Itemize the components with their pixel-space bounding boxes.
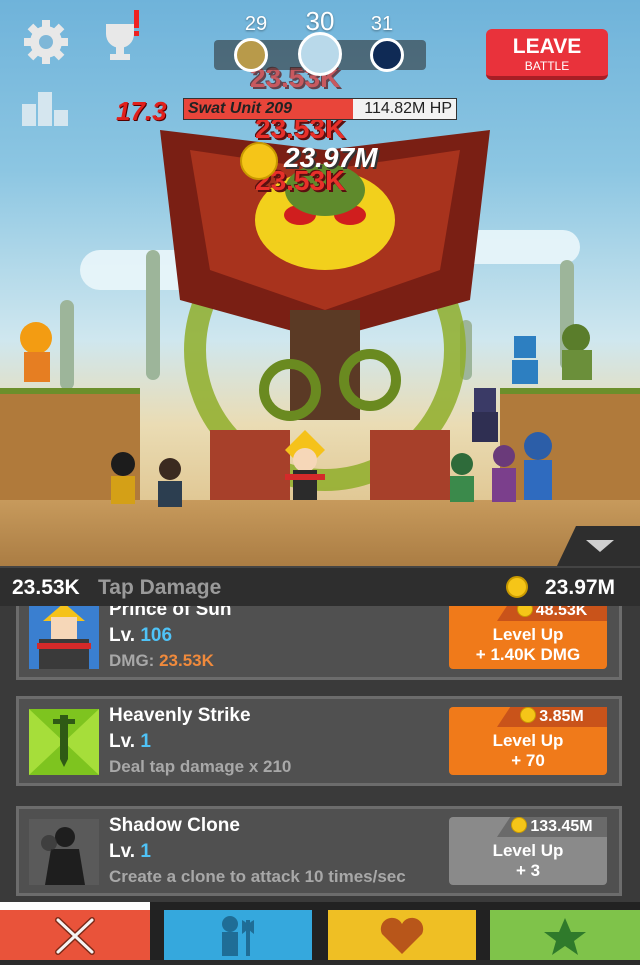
upgrade-name: Heavenly Strike [109, 705, 251, 726]
gold-coin-icon [240, 142, 278, 180]
upgrade-name: Shadow Clone [109, 815, 240, 836]
cost-tag: 133.45M [497, 817, 607, 837]
battle-label: BATTLE [524, 59, 570, 73]
level-up-label: Level Up [492, 841, 564, 860]
ally-dwarf [562, 324, 592, 380]
ally-ninja [158, 458, 182, 507]
hero-portrait-icon [29, 606, 99, 669]
cost-tag: 3.85M [497, 707, 607, 727]
level-value: 1 [140, 731, 151, 752]
upgrade-list[interactable]: Prince of Sun Lv. 106 DMG: 23.53K 48.53K… [0, 606, 640, 902]
dmg-label: DMG: [109, 651, 155, 670]
star-icon [544, 918, 586, 955]
boss-hp-bar: Swat Unit 209 114.82M HP [183, 98, 457, 120]
tap-damage-label: Tap Damage [98, 576, 222, 599]
dmg-value: 23.53K [159, 651, 214, 670]
bottom-tab-bar [0, 902, 640, 960]
level-up-bonus: + 3 [515, 861, 541, 880]
upgrade-level: Lv. 1 [109, 731, 151, 753]
upgrade-name: Prince of Sun [109, 606, 232, 620]
level-up-label: Level Up [492, 731, 564, 750]
tab-heroes[interactable] [164, 910, 312, 960]
ally-fire-hero [20, 322, 52, 382]
level-label: Lv. [109, 841, 136, 862]
cost-tag: 48.53K [497, 606, 607, 621]
ally-mage [524, 432, 552, 500]
sword-icon [55, 917, 95, 955]
upgrade-level: Lv. 106 [109, 625, 172, 647]
current-stage-icon [298, 32, 342, 76]
tab-sword[interactable] [0, 910, 150, 960]
boss-name: Swat Unit 209 [188, 100, 293, 117]
upgrade-desc: Create a clone to attack 10 times/sec [109, 867, 406, 886]
prev-stage-number: 29 [244, 13, 268, 35]
level-value: 1 [140, 841, 151, 862]
player-hero [285, 430, 325, 500]
level-up-button-disabled[interactable]: 133.45M Level Up + 3 [449, 817, 607, 885]
level-up-button[interactable]: 48.53K Level Up + 1.40K DMG [449, 606, 607, 669]
cost-value: 133.45M [530, 818, 593, 835]
list-item-heavenly-strike: Heavenly Strike Lv. 1 Deal tap damage x … [16, 696, 622, 786]
upgrade-desc: DMG: 23.53K [109, 651, 214, 671]
tab-artifacts[interactable] [328, 910, 476, 960]
moon-stage-icon [370, 38, 404, 72]
ally-archer [450, 453, 474, 502]
boss-hp-text: 114.82M HP [364, 100, 452, 117]
gold-coin-icon [520, 707, 537, 723]
hero-axe-icon [222, 916, 254, 956]
gold-drop-amount: 23.97M [284, 142, 378, 173]
heart-icon [380, 917, 424, 954]
cost-value: 3.85M [539, 708, 584, 725]
ally-knight [512, 336, 538, 384]
level-label: Lv. [109, 625, 136, 646]
gold-coin-icon [516, 606, 533, 617]
level-up-label: Level Up [492, 625, 564, 644]
list-item-shadow-clone: Shadow Clone Lv. 1 Create a clone to att… [16, 806, 622, 896]
ally-hammer-girl [111, 452, 135, 504]
boss-timer: 17.3 [116, 96, 167, 126]
list-item-hero: Prince of Sun Lv. 106 DMG: 23.53K 48.53K… [16, 606, 622, 680]
upgrade-desc: Deal tap damage x 210 [109, 757, 292, 776]
level-up-button[interactable]: 3.85M Level Up + 70 [449, 707, 607, 775]
trophy-icon[interactable] [98, 10, 146, 66]
cost-value: 48.53K [535, 606, 588, 619]
heavenly-strike-sword-icon [29, 709, 99, 775]
level-value: 106 [140, 625, 173, 646]
battle-scene[interactable]: 23.53K 23.53K 23.53K 23.97M [0, 0, 640, 566]
level-label: Lv. [109, 731, 136, 752]
leave-label: LEAVE [512, 35, 582, 58]
stats-bar: 23.53K Tap Damage 23.97M [0, 566, 640, 608]
settings-gear-icon[interactable] [22, 18, 70, 66]
shadow-clone-icon [29, 819, 99, 885]
gold-coin-icon [506, 576, 528, 598]
level-up-bonus: + 1.40K DMG [475, 645, 581, 664]
prev-stage-icon [234, 38, 268, 72]
tap-damage-value: 23.53K [12, 576, 80, 599]
leaderboard-podium-icon[interactable] [22, 92, 70, 126]
leave-battle-button[interactable]: LEAVE BATTLE [486, 29, 608, 80]
upgrade-level: Lv. 1 [109, 841, 151, 863]
next-stage-number: 31 [370, 13, 394, 35]
gold-total: 23.97M [545, 576, 616, 599]
collapse-panel-tab[interactable] [556, 526, 640, 568]
gold-coin-icon [511, 817, 528, 833]
level-up-bonus: + 70 [511, 751, 545, 770]
tab-shop[interactable] [490, 910, 640, 960]
active-tab-indicator [0, 902, 150, 910]
